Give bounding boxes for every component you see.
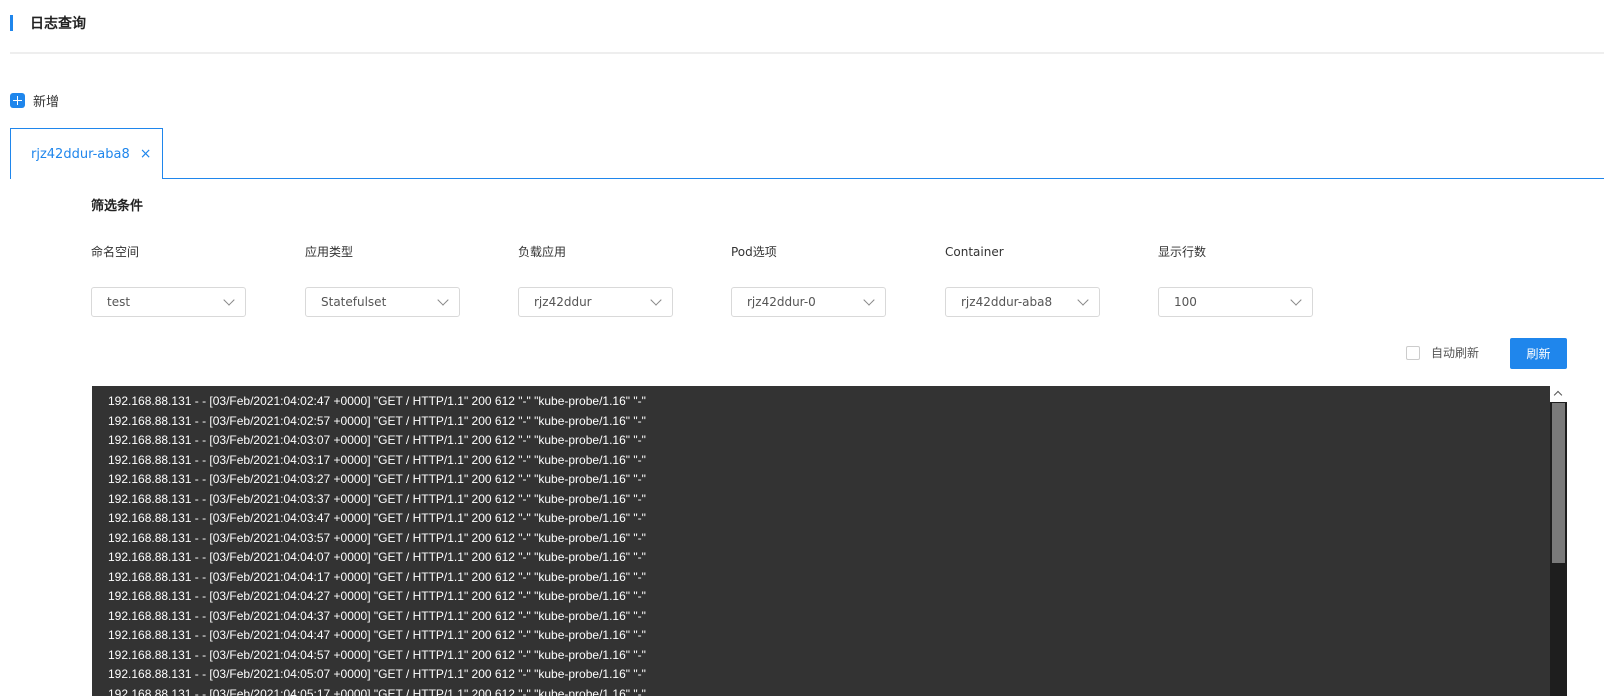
rows-select[interactable]: 100 <box>1158 287 1313 317</box>
log-line: 192.168.88.131 - - [03/Feb/2021:04:04:27… <box>108 589 646 603</box>
container-value: rjz42ddur-aba8 <box>961 295 1053 309</box>
log-line: 192.168.88.131 - - [03/Feb/2021:04:04:07… <box>108 550 646 564</box>
container-select[interactable]: rjz42ddur-aba8 <box>945 287 1100 317</box>
log-line: 192.168.88.131 - - [03/Feb/2021:04:04:47… <box>108 628 646 642</box>
workload-select[interactable]: rjz42ddur <box>518 287 673 317</box>
log-lines: 192.168.88.131 - - [03/Feb/2021:04:02:47… <box>108 392 646 696</box>
namespace-select[interactable]: test <box>91 287 246 317</box>
log-scrollbar[interactable] <box>1550 386 1567 696</box>
log-line: 192.168.88.131 - - [03/Feb/2021:04:03:57… <box>108 530 646 545</box>
tab-label: rjz42ddur-aba8 <box>31 146 130 162</box>
chevron-down-icon <box>863 294 875 306</box>
pod-value: rjz42ddur-0 <box>747 295 816 309</box>
chevron-down-icon <box>650 294 662 306</box>
app-type-value: Statefulset <box>321 295 387 309</box>
close-icon[interactable]: × <box>140 146 152 162</box>
auto-refresh-label: 自动刷新 <box>1431 346 1480 360</box>
log-line: 192.168.88.131 - - [03/Feb/2021:04:03:37… <box>108 491 646 506</box>
workload-filter: 负载应用 rjz42ddur <box>518 244 673 317</box>
scroll-thumb[interactable] <box>1552 403 1565 563</box>
namespace-filter: 命名空间 test <box>91 244 246 317</box>
log-line: 192.168.88.131 - - [03/Feb/2021:04:04:57… <box>108 647 646 662</box>
refresh-button[interactable]: 刷新 <box>1510 338 1567 369</box>
log-line: 192.168.88.131 - - [03/Feb/2021:04:04:17… <box>108 569 646 584</box>
pod-label: Pod选项 <box>731 245 777 259</box>
workload-label: 负载应用 <box>518 245 567 259</box>
auto-refresh-toggle[interactable]: 自动刷新 <box>1406 344 1479 361</box>
container-filter: Container rjz42ddur-aba8 <box>945 244 1100 317</box>
chevron-down-icon <box>1077 294 1089 306</box>
auto-refresh-checkbox[interactable] <box>1406 345 1420 360</box>
log-line: 192.168.88.131 - - [03/Feb/2021:04:02:47… <box>108 394 646 408</box>
title-accent-bar <box>10 15 13 31</box>
log-line: 192.168.88.131 - - [03/Feb/2021:04:03:07… <box>108 433 646 447</box>
log-tabs: rjz42ddur-aba8 × <box>10 128 1604 179</box>
add-button[interactable]: 新增 <box>10 91 59 110</box>
app-type-filter: 应用类型 Statefulset <box>305 244 460 317</box>
log-line: 192.168.88.131 - - [03/Feb/2021:04:05:07… <box>108 667 646 681</box>
page-header: 日志查询 <box>10 14 86 32</box>
filter-section-title: 筛选条件 <box>91 199 144 214</box>
log-output: 192.168.88.131 - - [03/Feb/2021:04:02:47… <box>92 386 1567 696</box>
chevron-down-icon <box>1290 294 1302 306</box>
rows-filter: 显示行数 100 <box>1158 244 1313 317</box>
log-line: 192.168.88.131 - - [03/Feb/2021:04:02:57… <box>108 413 646 428</box>
rows-value: 100 <box>1174 295 1197 309</box>
namespace-value: test <box>107 295 131 309</box>
workload-value: rjz42ddur <box>534 295 592 309</box>
chevron-down-icon <box>437 294 449 306</box>
log-line: 192.168.88.131 - - [03/Feb/2021:04:04:37… <box>108 608 646 623</box>
add-button-label: 新增 <box>33 95 60 110</box>
pod-filter: Pod选项 rjz42ddur-0 <box>731 244 886 317</box>
pod-select[interactable]: rjz42ddur-0 <box>731 287 886 317</box>
app-type-label: 应用类型 <box>305 245 354 259</box>
log-line: 192.168.88.131 - - [03/Feb/2021:04:03:47… <box>108 511 646 525</box>
tabs-underline <box>163 178 1604 179</box>
page-title: 日志查询 <box>30 16 86 32</box>
chevron-down-icon <box>223 294 235 306</box>
header-divider <box>10 52 1604 54</box>
log-line: 192.168.88.131 - - [03/Feb/2021:04:03:17… <box>108 452 646 467</box>
log-line: 192.168.88.131 - - [03/Feb/2021:04:05:17… <box>108 686 646 696</box>
log-line: 192.168.88.131 - - [03/Feb/2021:04:03:27… <box>108 472 646 486</box>
app-type-select[interactable]: Statefulset <box>305 287 460 317</box>
rows-label: 显示行数 <box>1158 245 1207 259</box>
tab-log-container[interactable]: rjz42ddur-aba8 × <box>10 128 163 179</box>
scroll-up-arrow-icon[interactable] <box>1550 386 1567 402</box>
namespace-label: 命名空间 <box>91 245 140 259</box>
container-label: Container <box>945 245 1004 259</box>
plus-square-icon <box>10 93 25 108</box>
